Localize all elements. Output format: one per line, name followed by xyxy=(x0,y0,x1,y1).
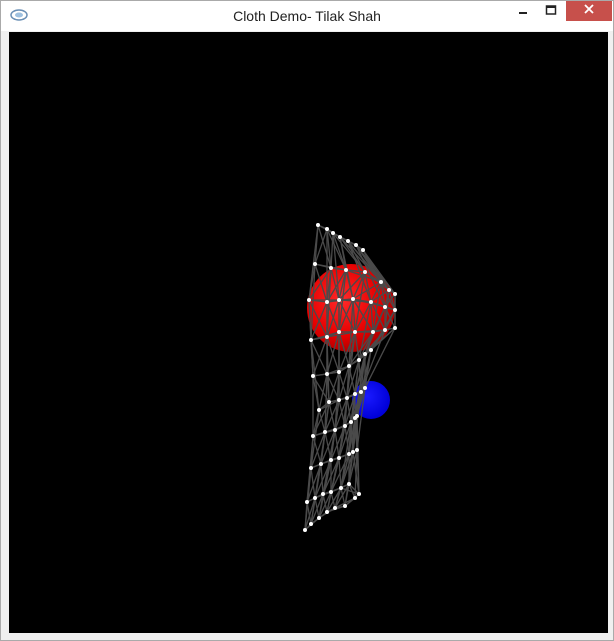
window-bottom-border xyxy=(1,634,613,640)
cloth-node xyxy=(309,338,313,342)
cloth-node xyxy=(346,239,350,243)
cloth-node xyxy=(333,428,337,432)
cloth-node xyxy=(355,448,359,452)
cloth-node xyxy=(345,396,349,400)
cloth-node xyxy=(311,434,315,438)
cloth-node xyxy=(353,392,357,396)
cloth-node xyxy=(343,424,347,428)
cloth-node xyxy=(325,372,329,376)
app-window: Cloth Demo- Tilak Shah xyxy=(0,0,614,641)
cloth-node xyxy=(351,450,355,454)
cloth-node xyxy=(309,466,313,470)
cloth-node xyxy=(363,386,367,390)
cloth-node xyxy=(309,522,313,526)
cloth-node xyxy=(317,516,321,520)
cloth-node xyxy=(361,248,365,252)
cloth-node xyxy=(383,305,387,309)
cloth-node xyxy=(349,420,353,424)
cloth-node xyxy=(331,231,335,235)
cloth-node xyxy=(313,262,317,266)
title-bar[interactable]: Cloth Demo- Tilak Shah xyxy=(1,1,613,31)
cloth-node xyxy=(351,297,355,301)
cloth-node xyxy=(338,235,342,239)
cloth-node xyxy=(354,243,358,247)
maximize-button[interactable] xyxy=(536,1,566,23)
cloth-node xyxy=(393,326,397,330)
cloth-node xyxy=(353,496,357,500)
cloth-node xyxy=(311,374,315,378)
cloth-node xyxy=(327,400,331,404)
cloth-node xyxy=(321,492,325,496)
cloth-node xyxy=(329,458,333,462)
cloth-node xyxy=(339,486,343,490)
minimize-icon xyxy=(517,3,529,21)
cloth-node xyxy=(319,462,323,466)
cloth-node xyxy=(313,496,317,500)
cloth-node xyxy=(347,452,351,456)
cloth-node xyxy=(305,500,309,504)
cloth-node xyxy=(337,298,341,302)
cloth-node xyxy=(337,330,341,334)
minimize-button[interactable] xyxy=(508,1,538,23)
cloth-node xyxy=(329,490,333,494)
cloth-node xyxy=(329,266,333,270)
cloth-node xyxy=(393,292,397,296)
cloth-node xyxy=(363,352,367,356)
cloth-node xyxy=(357,492,361,496)
cloth-node xyxy=(307,298,311,302)
cloth-node xyxy=(371,330,375,334)
cloth-node xyxy=(343,504,347,508)
cloth-node xyxy=(316,223,320,227)
opengl-viewport[interactable] xyxy=(9,32,608,633)
cloth-node xyxy=(337,398,341,402)
cloth-node xyxy=(355,414,359,418)
cloth-node xyxy=(357,358,361,362)
cloth-node xyxy=(369,300,373,304)
cloth-node xyxy=(353,330,357,334)
cloth-node xyxy=(363,270,367,274)
cloth-node xyxy=(325,510,329,514)
cloth-node xyxy=(325,335,329,339)
cloth-node xyxy=(337,370,341,374)
cloth-node xyxy=(347,364,351,368)
cloth-node xyxy=(383,328,387,332)
cloth-node xyxy=(369,348,373,352)
cloth-node xyxy=(325,227,329,231)
cloth-node xyxy=(303,528,307,532)
cloth-node xyxy=(387,288,391,292)
cloth-node xyxy=(347,482,351,486)
cloth-node xyxy=(333,506,337,510)
cloth-node xyxy=(344,268,348,272)
cloth-node xyxy=(325,300,329,304)
cloth-node xyxy=(323,430,327,434)
close-button[interactable] xyxy=(566,1,612,21)
maximize-icon xyxy=(545,3,557,21)
cloth-node xyxy=(359,390,363,394)
cloth-node xyxy=(393,308,397,312)
cloth-scene xyxy=(303,223,397,532)
cloth-node xyxy=(379,280,383,284)
cloth-node xyxy=(317,408,321,412)
cloth-node xyxy=(337,456,341,460)
close-icon xyxy=(583,2,595,20)
